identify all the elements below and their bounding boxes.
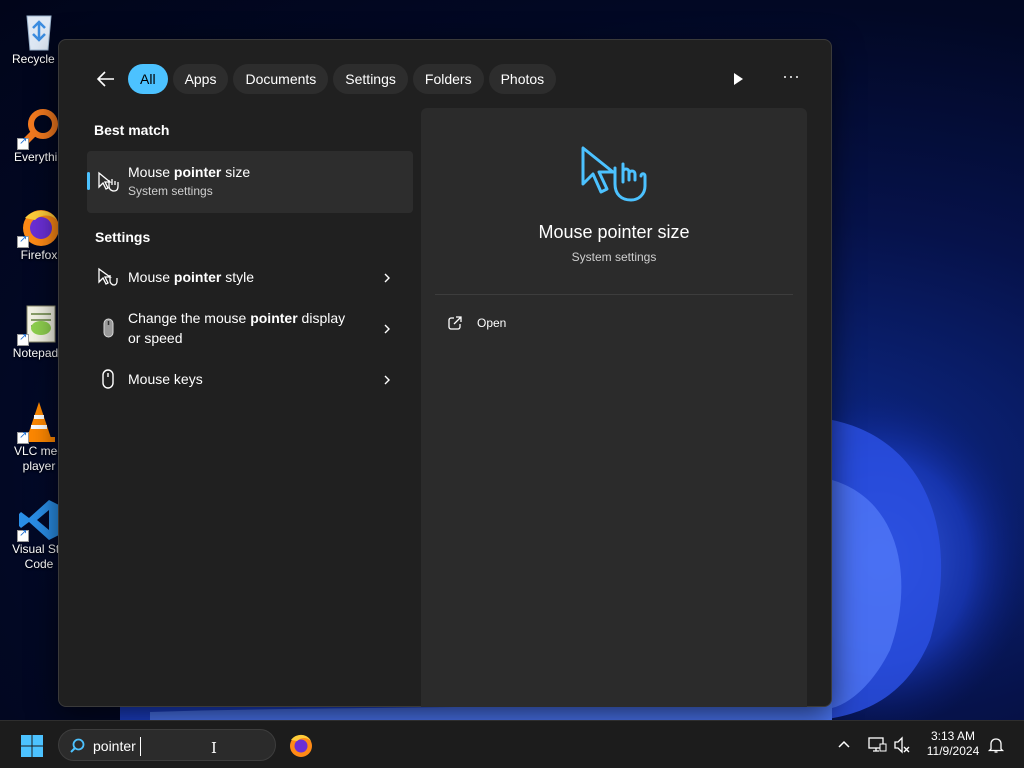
chevron-right-icon xyxy=(381,271,393,283)
mouse-pointer-style-icon xyxy=(97,266,119,288)
recycle-bin-icon xyxy=(17,8,61,52)
mouse-outline-icon xyxy=(97,368,119,390)
mouse-pointer-size-icon xyxy=(97,171,119,193)
settings-result[interactable]: Change the mouse pointer display or spee… xyxy=(87,304,413,352)
shortcut-arrow-icon xyxy=(17,234,29,248)
text-caret xyxy=(140,737,141,756)
mouse-pointer-size-icon xyxy=(579,146,649,202)
chevron-right-icon xyxy=(381,322,393,334)
settings-result[interactable]: Mouse keys xyxy=(87,359,413,399)
filter-tab-folders[interactable]: Folders xyxy=(412,64,484,94)
shortcut-arrow-icon xyxy=(17,528,29,542)
filter-tab-all[interactable]: All xyxy=(128,64,168,94)
mouse-icon xyxy=(97,317,119,339)
chevron-up-icon xyxy=(838,740,850,748)
filter-tabs: All Apps Documents Settings Folders Phot… xyxy=(128,64,557,94)
best-match-result[interactable]: Mouse pointer size System settings xyxy=(87,151,413,213)
shortcut-arrow-icon xyxy=(17,430,29,444)
settings-result-title-line2: or speed xyxy=(128,330,183,346)
arrow-left-icon xyxy=(96,71,114,87)
settings-result-title: Mouse keys xyxy=(128,371,203,387)
search-icon xyxy=(69,738,85,754)
settings-result-title: Change the mouse pointer display xyxy=(128,310,346,326)
clock-date: 11/9/2024 xyxy=(926,744,980,758)
preview-divider xyxy=(435,294,793,295)
back-button[interactable] xyxy=(95,68,117,90)
taskbar-firefox-button[interactable] xyxy=(288,732,314,758)
windows-logo-icon xyxy=(21,735,43,757)
shortcut-arrow-icon xyxy=(17,136,29,150)
search-input[interactable] xyxy=(93,736,253,756)
notepad-plus-plus-icon xyxy=(17,302,61,346)
volume-button[interactable] xyxy=(893,736,911,754)
open-external-icon xyxy=(447,315,463,331)
best-match-subtitle: System settings xyxy=(128,184,213,198)
clock-time: 3:13 AM xyxy=(930,729,976,743)
ellipsis-icon: ··· xyxy=(782,66,800,86)
selection-indicator xyxy=(87,172,90,190)
play-icon xyxy=(734,73,743,85)
network-button[interactable] xyxy=(867,736,887,754)
vlc-icon xyxy=(17,400,61,444)
filter-tab-photos[interactable]: Photos xyxy=(488,64,557,94)
bell-icon xyxy=(987,738,1005,753)
settings-result[interactable]: Mouse pointer style xyxy=(87,257,413,297)
network-icon xyxy=(868,737,887,752)
clock[interactable]: 3:13 AM 11/9/2024 xyxy=(920,729,986,759)
open-action[interactable]: Open xyxy=(447,314,587,334)
firefox-icon xyxy=(17,204,61,248)
show-hidden-icons-button[interactable] xyxy=(836,737,852,753)
preview-title: Mouse pointer size xyxy=(538,222,690,242)
shortcut-arrow-icon xyxy=(17,332,29,346)
settings-heading: Settings xyxy=(95,229,151,245)
start-button[interactable] xyxy=(20,734,44,758)
everything-search-icon xyxy=(17,106,61,150)
taskbar: I 3:13 AM 11/9/2024 xyxy=(0,720,1024,768)
more-options-button[interactable]: ··· xyxy=(779,66,803,90)
vscode-icon xyxy=(17,498,61,542)
preview-pane: Mouse pointer size System settings Open xyxy=(421,108,807,707)
more-filters-button[interactable] xyxy=(727,68,749,90)
chevron-right-icon xyxy=(381,373,393,385)
taskbar-search-box[interactable]: I xyxy=(58,729,276,761)
firefox-icon xyxy=(290,734,312,757)
best-match-heading: Best match xyxy=(94,122,170,138)
filter-tab-documents[interactable]: Documents xyxy=(233,64,329,94)
volume-muted-icon xyxy=(894,736,910,754)
filter-tab-apps[interactable]: Apps xyxy=(172,64,229,94)
best-match-title: Mouse pointer size xyxy=(128,164,251,180)
open-label: Open xyxy=(477,316,507,330)
search-flyout: All Apps Documents Settings Folders Phot… xyxy=(58,39,832,707)
ibeam-cursor-icon: I xyxy=(211,739,217,757)
settings-result-title: Mouse pointer style xyxy=(128,269,255,285)
preview-subtitle: System settings xyxy=(571,250,657,264)
notifications-button[interactable] xyxy=(987,736,1005,754)
filter-tab-settings[interactable]: Settings xyxy=(333,64,408,94)
